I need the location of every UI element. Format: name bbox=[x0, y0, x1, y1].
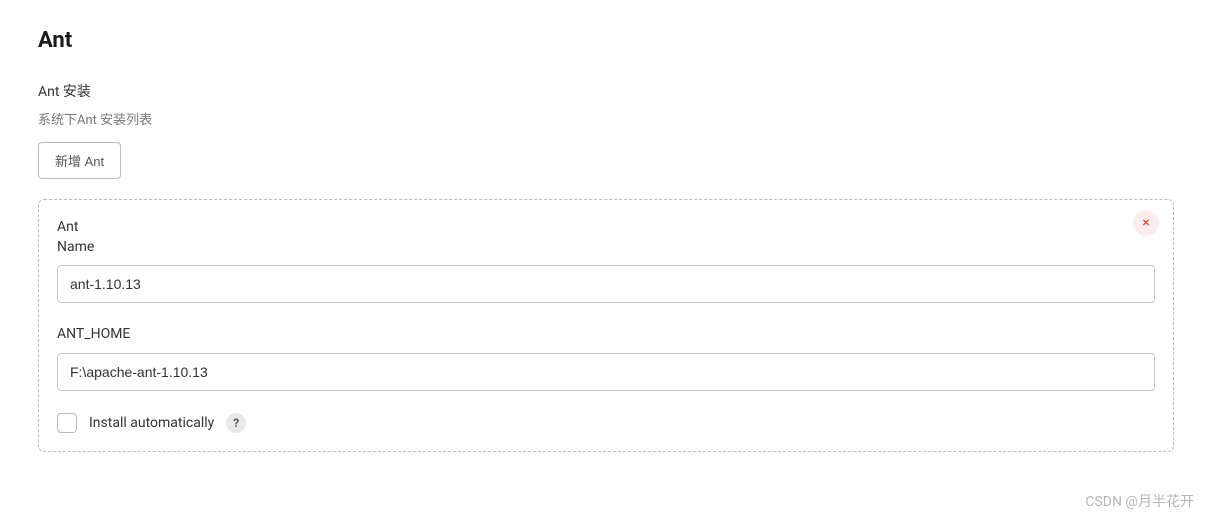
add-ant-button[interactable]: 新增 Ant bbox=[38, 142, 121, 179]
name-field-label: Ant Name bbox=[57, 218, 1155, 257]
type-label-text: Ant bbox=[57, 219, 78, 235]
home-field-label: ANT_HOME bbox=[57, 325, 1155, 345]
delete-button[interactable]: × bbox=[1133, 210, 1159, 236]
auto-install-label: Install automatically bbox=[89, 415, 214, 431]
name-input[interactable] bbox=[57, 265, 1155, 303]
auto-install-checkbox[interactable] bbox=[57, 413, 77, 433]
name-field-group: Ant Name bbox=[57, 218, 1155, 303]
name-label-text: Name bbox=[57, 239, 94, 255]
auto-install-row: Install automatically ? bbox=[57, 413, 1155, 433]
installation-box: × Ant Name ANT_HOME Install automaticall… bbox=[38, 199, 1174, 452]
close-icon: × bbox=[1142, 216, 1149, 230]
page-title: Ant bbox=[38, 28, 1174, 53]
section-heading: Ant 安装 bbox=[38, 81, 1174, 101]
watermark: CSDN @月半花开 bbox=[1085, 491, 1194, 511]
help-icon[interactable]: ? bbox=[226, 413, 246, 433]
ant-home-input[interactable] bbox=[57, 353, 1155, 391]
home-field-group: ANT_HOME bbox=[57, 325, 1155, 391]
section-subheading: 系统下Ant 安装列表 bbox=[38, 109, 1174, 128]
